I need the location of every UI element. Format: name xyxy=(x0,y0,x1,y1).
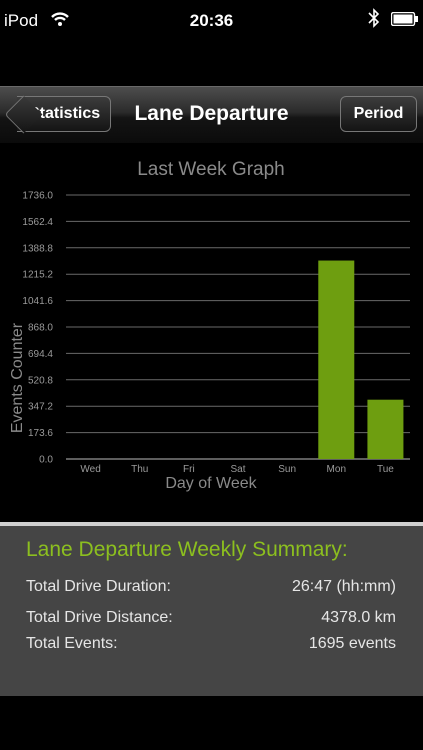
bar-mon xyxy=(318,260,355,459)
bar-tue xyxy=(367,399,404,459)
y-tick-label: 1041.6 xyxy=(22,296,53,307)
y-tick-label: 347.2 xyxy=(28,402,53,413)
y-tick-label: 0.0 xyxy=(39,455,53,466)
summary-label: Total Drive Distance: xyxy=(26,609,173,626)
chart-title: Last Week Graph xyxy=(137,159,285,180)
summary-title: Lane Departure Weekly Summary: xyxy=(26,538,348,561)
y-tick-label: 1736.0 xyxy=(22,191,53,202)
y-tick-label: 1562.4 xyxy=(22,217,53,228)
y-tick-label: 520.8 xyxy=(28,375,53,386)
summary-value: 4378.0 km xyxy=(321,609,396,626)
y-tick-label: 1215.2 xyxy=(22,270,53,281)
navigation-bar: Statistics Lane Departure Period xyxy=(0,86,423,144)
battery-icon xyxy=(390,11,419,31)
summary-value: 1695 events xyxy=(308,635,396,652)
x-tick-label: Sat xyxy=(230,464,245,475)
bluetooth-icon xyxy=(368,8,380,33)
y-axis-label: Events Counter xyxy=(9,322,26,433)
y-tick-label: 173.6 xyxy=(28,428,53,439)
y-tick-label: 694.4 xyxy=(28,349,53,360)
x-tick-label: Fri xyxy=(183,464,195,475)
x-tick-label: Tue xyxy=(377,464,394,475)
x-tick-label: Thu xyxy=(131,464,148,475)
period-button-label: Period xyxy=(353,105,404,122)
x-axis-label: Day of Week xyxy=(165,475,257,492)
x-tick-label: Mon xyxy=(327,464,346,475)
summary-label: Total Drive Duration: xyxy=(26,578,171,595)
clock: 20:36 xyxy=(189,11,234,30)
x-tick-label: Wed xyxy=(80,464,100,475)
period-button[interactable]: Period xyxy=(340,96,417,132)
weekly-summary-panel: Lane Departure Weekly Summary: Total Dri… xyxy=(0,522,423,696)
y-tick-label: 868.0 xyxy=(28,323,53,334)
x-tick-label: Sun xyxy=(278,464,296,475)
summary-label: Total Events: xyxy=(26,635,118,652)
status-bar: iPod 20:36 xyxy=(0,0,423,40)
y-tick-label: 1388.8 xyxy=(22,243,53,254)
weekly-chart: Last Week Graph Day of Week Events Count… xyxy=(0,150,423,520)
chart-canvas: Last Week Graph Day of Week Events Count… xyxy=(9,159,410,492)
summary-value: 26:47 (hh:mm) xyxy=(291,578,396,595)
